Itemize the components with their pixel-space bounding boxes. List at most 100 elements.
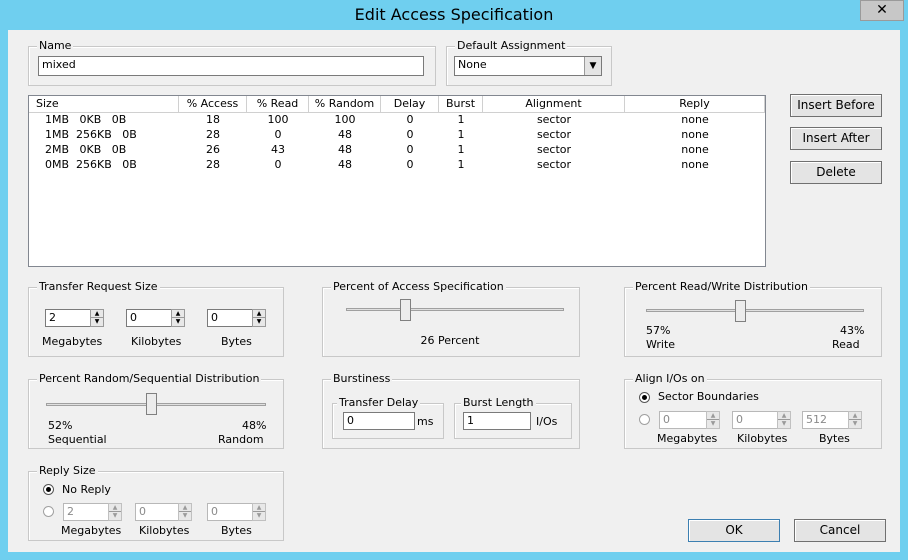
table-cell: 48 bbox=[338, 143, 352, 156]
column-header-access[interactable]: % Access bbox=[179, 96, 247, 113]
default-assignment-value: None bbox=[458, 58, 487, 71]
align-kilobytes-stepper[interactable]: ▲ ▼ bbox=[777, 411, 791, 429]
percent-access-slider-track[interactable] bbox=[346, 308, 564, 311]
reply-megabytes-stepper[interactable]: ▲ ▼ bbox=[108, 503, 122, 521]
default-assignment-select[interactable]: None ▼ bbox=[454, 56, 602, 76]
random-sequential-slider-thumb[interactable] bbox=[146, 393, 158, 415]
reply-kilobytes-field[interactable]: 0 bbox=[135, 503, 179, 521]
column-header-delay[interactable]: Delay bbox=[381, 96, 439, 113]
reply-bytes-stepper[interactable]: ▲ ▼ bbox=[252, 503, 266, 521]
column-header-size[interactable]: Size bbox=[29, 96, 179, 113]
table-cell: 1 bbox=[457, 158, 465, 171]
transfer-megabytes-field[interactable]: 2 bbox=[45, 309, 91, 327]
transfer-bytes-stepper[interactable]: ▲ ▼ bbox=[252, 309, 266, 327]
transfer-bytes-field[interactable]: 0 bbox=[207, 309, 253, 327]
transfer-kilobytes-stepper[interactable]: ▲ ▼ bbox=[171, 309, 185, 327]
spin-down-icon[interactable]: ▼ bbox=[109, 512, 121, 520]
spin-down-icon[interactable]: ▼ bbox=[778, 420, 790, 428]
read-write-slider-track[interactable] bbox=[646, 309, 864, 312]
burstiness-label: Burstiness bbox=[331, 372, 393, 385]
read-write-label: Percent Read/Write Distribution bbox=[633, 280, 810, 293]
insert-after-button[interactable]: Insert After bbox=[790, 127, 882, 150]
insert-before-button[interactable]: Insert Before bbox=[790, 94, 882, 117]
table-cell: 0 bbox=[406, 143, 414, 156]
column-header-random[interactable]: % Random bbox=[309, 96, 381, 113]
percent-access-slider-thumb[interactable] bbox=[399, 299, 411, 321]
spin-up-icon[interactable]: ▲ bbox=[849, 412, 861, 420]
column-header-alignment[interactable]: Alignment bbox=[483, 96, 625, 113]
table-cell: 1 bbox=[457, 128, 465, 141]
percent-access-label: Percent of Access Specification bbox=[331, 280, 506, 293]
spin-up-icon[interactable]: ▲ bbox=[179, 504, 191, 512]
chevron-down-icon[interactable]: ▼ bbox=[584, 57, 601, 75]
reply-megabytes-field[interactable]: 2 bbox=[63, 503, 109, 521]
cancel-button[interactable]: Cancel bbox=[794, 519, 886, 542]
read-write-slider-thumb[interactable] bbox=[735, 300, 746, 322]
transfer-delay-label: Transfer Delay bbox=[337, 396, 421, 409]
dialog-client: Name mixed Default Assignment None ▼ Siz… bbox=[8, 30, 900, 552]
close-button[interactable]: ✕ bbox=[860, 0, 904, 21]
table-cell: sector bbox=[536, 113, 572, 126]
spin-down-icon[interactable]: ▼ bbox=[253, 512, 265, 520]
table-cell: 0 bbox=[406, 128, 414, 141]
align-megabytes-stepper[interactable]: ▲ ▼ bbox=[706, 411, 720, 429]
reply-megabytes-label: Megabytes bbox=[61, 524, 122, 537]
spin-down-icon[interactable]: ▼ bbox=[91, 318, 103, 326]
table-row[interactable]: 2MB 0KB 0B 26 43 48 0 1 sector none bbox=[29, 143, 765, 158]
window-title: Edit Access Specification bbox=[354, 5, 554, 24]
reply-size-label: Reply Size bbox=[37, 464, 98, 477]
title-bar: Edit Access Specification ✕ bbox=[0, 0, 908, 28]
align-bytes-label: Bytes bbox=[819, 432, 850, 445]
table-cell: 1MB 0KB 0B bbox=[45, 113, 127, 126]
spin-down-icon[interactable]: ▼ bbox=[849, 420, 861, 428]
align-megabytes-label: Megabytes bbox=[657, 432, 718, 445]
custom-alignment-radio[interactable] bbox=[639, 414, 650, 425]
spin-up-icon[interactable]: ▲ bbox=[172, 310, 184, 318]
table-cell: sector bbox=[536, 128, 572, 141]
table-cell: 48 bbox=[338, 128, 352, 141]
delete-button[interactable]: Delete bbox=[790, 161, 882, 184]
table-row[interactable]: 1MB 0KB 0B 18 100 100 0 1 sector none bbox=[29, 113, 765, 128]
align-kilobytes-field[interactable]: 0 bbox=[732, 411, 778, 429]
table-cell: none bbox=[681, 113, 709, 126]
spin-down-icon[interactable]: ▼ bbox=[179, 512, 191, 520]
spin-up-icon[interactable]: ▲ bbox=[707, 412, 719, 420]
spin-up-icon[interactable]: ▲ bbox=[91, 310, 103, 318]
spin-down-icon[interactable]: ▼ bbox=[253, 318, 265, 326]
reply-size-radio[interactable] bbox=[43, 506, 54, 517]
no-reply-radio[interactable] bbox=[43, 484, 54, 495]
table-cell: 1 bbox=[457, 143, 465, 156]
align-kilobytes-label: Kilobytes bbox=[737, 432, 788, 445]
spin-up-icon[interactable]: ▲ bbox=[253, 504, 265, 512]
spin-down-icon[interactable]: ▼ bbox=[707, 420, 719, 428]
transfer-delay-field[interactable]: 0 bbox=[343, 412, 415, 430]
reply-bytes-field[interactable]: 0 bbox=[207, 503, 253, 521]
align-bytes-field[interactable]: 512 bbox=[802, 411, 849, 429]
table-cell: none bbox=[681, 128, 709, 141]
spin-up-icon[interactable]: ▲ bbox=[778, 412, 790, 420]
name-group-label: Name bbox=[37, 39, 74, 52]
spin-up-icon[interactable]: ▲ bbox=[109, 504, 121, 512]
column-header-read[interactable]: % Read bbox=[247, 96, 309, 113]
align-megabytes-field[interactable]: 0 bbox=[659, 411, 707, 429]
access-list[interactable]: Size % Access % Read % Random Delay Burs… bbox=[28, 95, 766, 267]
table-row[interactable]: 0MB 256KB 0B 28 0 48 0 1 sector none bbox=[29, 158, 765, 173]
spin-down-icon[interactable]: ▼ bbox=[172, 318, 184, 326]
column-header-burst[interactable]: Burst bbox=[439, 96, 483, 113]
align-bytes-stepper[interactable]: ▲ ▼ bbox=[848, 411, 862, 429]
sequential-percent: 52% bbox=[48, 419, 73, 432]
burst-length-field[interactable]: 1 bbox=[463, 412, 531, 430]
table-row[interactable]: 1MB 256KB 0B 28 0 48 0 1 sector none bbox=[29, 128, 765, 143]
spin-up-icon[interactable]: ▲ bbox=[253, 310, 265, 318]
table-cell: 1 bbox=[457, 113, 465, 126]
column-header-reply[interactable]: Reply bbox=[625, 96, 765, 113]
ok-button[interactable]: OK bbox=[688, 519, 780, 542]
sequential-label: Sequential bbox=[48, 433, 107, 446]
transfer-megabytes-stepper[interactable]: ▲ ▼ bbox=[90, 309, 104, 327]
percent-access-value: 26 Percent bbox=[420, 334, 480, 347]
transfer-kilobytes-field[interactable]: 0 bbox=[126, 309, 172, 327]
reply-kilobytes-stepper[interactable]: ▲ ▼ bbox=[178, 503, 192, 521]
name-input[interactable]: mixed bbox=[38, 56, 424, 76]
table-cell: 0 bbox=[406, 113, 414, 126]
sector-boundaries-radio[interactable] bbox=[639, 392, 650, 403]
